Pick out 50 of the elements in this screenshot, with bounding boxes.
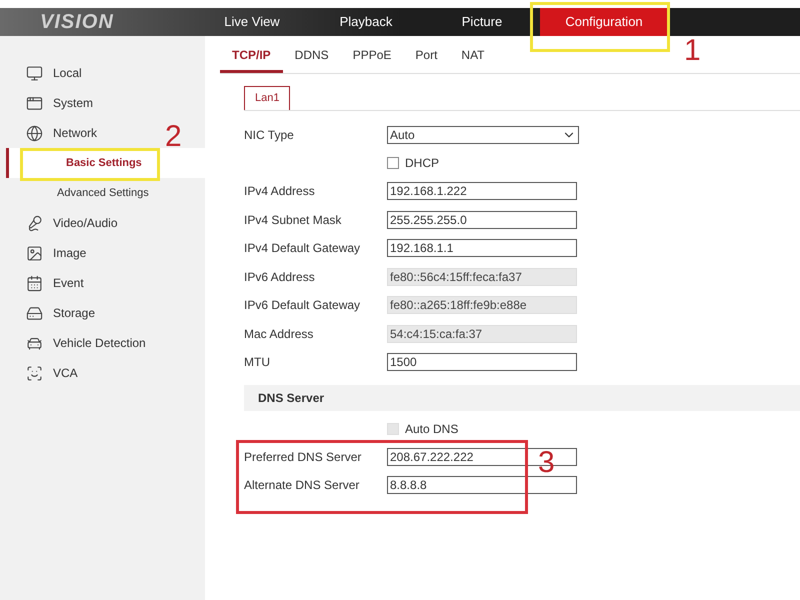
- sidebar-subitem[interactable]: Basic Settings: [6, 148, 205, 178]
- step-number: 1: [684, 36, 701, 66]
- picture-icon: [26, 244, 43, 262]
- tab[interactable]: Port: [403, 46, 450, 73]
- tab[interactable]: PPPoE: [340, 46, 404, 73]
- field-label: Preferred DNS Server: [244, 448, 362, 466]
- sidebar-item[interactable]: Storage: [0, 298, 100, 328]
- sidebar-subitem[interactable]: Advanced Settings: [0, 178, 153, 208]
- input-field[interactable]: 192.168.1.222: [387, 182, 577, 200]
- microphone-icon: [26, 214, 43, 232]
- field-label: NIC Type: [244, 127, 295, 144]
- checkbox-label: Auto DNS: [405, 420, 458, 438]
- field-label: IPv4 Subnet Mask: [244, 212, 342, 229]
- lan-tab[interactable]: Lan1: [244, 86, 290, 110]
- sidebar-item[interactable]: Video/Audio: [0, 208, 122, 238]
- nav-tab[interactable]: Live View: [210, 8, 294, 36]
- brand-logo: VISION: [40, 11, 114, 33]
- nav-tab[interactable]: Configuration: [540, 8, 668, 36]
- calendar-icon: [26, 274, 43, 292]
- sidebar-item[interactable]: Local: [0, 58, 86, 88]
- field-label: Alternate DNS Server: [244, 477, 360, 494]
- field-label: MTU: [244, 354, 271, 372]
- section-header: DNS Server: [244, 384, 800, 410]
- field-label: IPv4 Address: [244, 183, 316, 200]
- field-label: IPv6 Address: [244, 268, 316, 286]
- select-field[interactable]: Auto: [387, 126, 579, 144]
- field-label: IPv6 Default Gateway: [244, 297, 362, 314]
- window-icon: [26, 94, 43, 112]
- tab[interactable]: NAT: [449, 46, 497, 73]
- input-field[interactable]: 8.8.8.8: [387, 476, 577, 494]
- input-field[interactable]: 192.168.1.1: [387, 239, 577, 258]
- field-label: IPv4 Default Gateway: [244, 240, 362, 258]
- face-scan-icon: [26, 364, 43, 382]
- tab[interactable]: DDNS: [282, 46, 341, 73]
- sidebar-item[interactable]: Network: [0, 118, 102, 148]
- field-label: Mac Address: [244, 326, 314, 343]
- checkbox-label: DHCP: [405, 155, 440, 172]
- globe-icon: [26, 124, 43, 142]
- checkbox[interactable]: [387, 157, 399, 169]
- monitor-icon: [26, 64, 43, 82]
- sidebar-item[interactable]: Event: [0, 268, 88, 298]
- input-field[interactable]: 1500: [387, 353, 577, 372]
- sidebar-item[interactable]: Vehicle Detection: [0, 328, 150, 358]
- nav-tab[interactable]: Picture: [438, 8, 526, 36]
- nav-tab[interactable]: Playback: [294, 8, 438, 36]
- input-field[interactable]: 255.255.255.0: [387, 210, 577, 229]
- tab[interactable]: TCP/IP: [220, 46, 283, 73]
- sidebar-item[interactable]: VCA: [0, 358, 82, 388]
- sidebar-item[interactable]: Image: [0, 238, 90, 268]
- sidebar-item[interactable]: System: [0, 88, 98, 118]
